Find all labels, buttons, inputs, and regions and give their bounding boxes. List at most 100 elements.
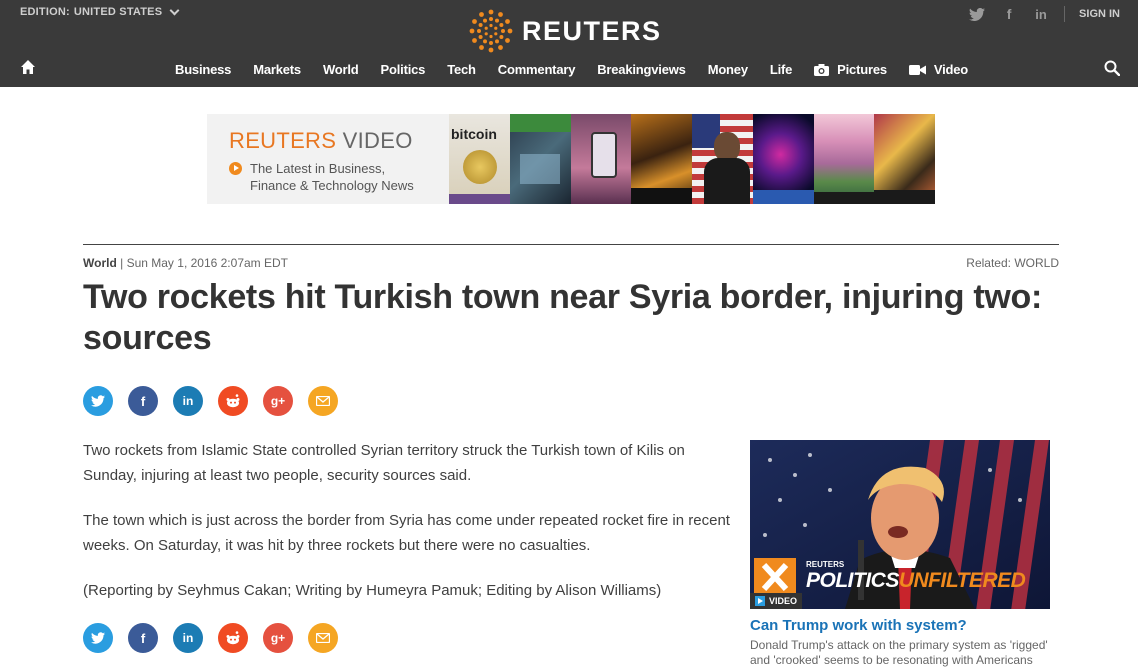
twitter-icon — [91, 632, 105, 644]
main-nav: Business Markets World Politics Tech Com… — [0, 56, 1138, 87]
tile-strip — [449, 194, 510, 204]
article-credits: (Reporting by Seyhmus Cakan; Writing by … — [83, 582, 662, 599]
reuters-logo-icon — [469, 9, 513, 53]
tile-strip — [631, 188, 692, 204]
nav-item-commentary[interactable]: Commentary — [498, 62, 576, 77]
thumbnail-trading-floor — [509, 114, 571, 204]
video-thumbnail[interactable]: REUTERS POLITICSUNFILTERED VIDEO — [750, 440, 1050, 609]
facebook-icon[interactable]: f — [1000, 6, 1018, 22]
banner-title-video: VIDEO — [342, 128, 413, 153]
twitter-icon — [91, 395, 105, 407]
banner-title-brand: REUTERS — [229, 128, 337, 153]
chevron-down-icon — [169, 5, 180, 15]
video-description: Donald Trump's attack on the primary sys… — [750, 638, 1048, 667]
video-tag: VIDEO — [750, 593, 803, 609]
share-bar-top: f in g+ — [83, 386, 338, 416]
share-reddit-button[interactable] — [218, 386, 248, 416]
nav-item-tech[interactable]: Tech — [447, 62, 476, 77]
nav-item-world[interactable]: World — [323, 62, 359, 77]
linkedin-icon: in — [182, 394, 194, 408]
nav-item-breakingviews[interactable]: Breakingviews — [597, 62, 686, 77]
share-google-plus-button[interactable]: g+ — [263, 386, 293, 416]
edition-value: UNITED STATES — [73, 6, 163, 18]
nav-item-business[interactable]: Business — [175, 62, 231, 77]
linkedin-icon: in — [182, 631, 194, 645]
thumbnail-bitcoin: bitcoin — [449, 114, 510, 204]
twitter-icon[interactable] — [968, 6, 986, 22]
divider — [1064, 6, 1066, 22]
article-paragraph: The town which is just across the border… — [83, 512, 730, 554]
facebook-icon: f — [140, 393, 146, 409]
share-email-button[interactable] — [308, 386, 338, 416]
banner-text-panel: REUTERS VIDEO The Latest in Business, Fi… — [207, 114, 449, 204]
tile-strip — [509, 114, 571, 132]
overlay-title-politics: POLITICS — [806, 569, 899, 592]
banner-subtitle: The Latest in Business, Finance & Techno… — [229, 160, 449, 194]
nav-item-markets[interactable]: Markets — [253, 62, 301, 77]
facebook-icon: f — [140, 630, 146, 646]
nav-item-politics[interactable]: Politics — [381, 62, 426, 77]
article-headline: Two rockets hit Turkish town near Syria … — [83, 278, 1043, 357]
thumbnail-obama — [692, 114, 753, 204]
search-icon[interactable] — [1104, 60, 1120, 76]
thumbnail-collage — [874, 114, 935, 204]
article-date: | Sun May 1, 2016 2:07am EDT — [120, 256, 288, 270]
play-icon — [755, 596, 765, 606]
share-twitter-button[interactable] — [83, 386, 113, 416]
nav-item-pictures[interactable]: Pictures — [814, 62, 887, 77]
tile-strip — [752, 190, 814, 204]
home-icon[interactable] — [20, 59, 36, 75]
video-tag-label: VIDEO — [769, 596, 798, 606]
logo-text: REUTERS — [522, 15, 662, 46]
share-twitter-button[interactable] — [83, 623, 113, 653]
email-icon — [316, 633, 330, 643]
reuters-logo[interactable]: REUTERS — [468, 8, 662, 54]
google-plus-icon: g+ — [270, 631, 286, 645]
bitcoin-label: bitcoin — [451, 126, 497, 142]
thumbnail-phone — [570, 114, 632, 204]
nav-item-label: Pictures — [837, 62, 887, 77]
share-facebook-button[interactable]: f — [128, 386, 158, 416]
overlay-title: POLITICSUNFILTERED — [806, 569, 1026, 593]
share-reddit-button[interactable] — [218, 623, 248, 653]
edition-selector[interactable]: EDITION: UNITED STATES — [20, 5, 180, 18]
section-link[interactable]: World — [83, 256, 117, 270]
article-meta: World | Sun May 1, 2016 2:07am EDT — [83, 256, 288, 270]
share-bar-bottom: f in g+ — [83, 623, 338, 653]
banner-subtitle-line: The Latest in Business, — [250, 161, 386, 176]
overlay-title-unfiltered: UNFILTERED — [898, 569, 1026, 592]
coin-image — [463, 150, 497, 184]
overlay-brand: REUTERS — [806, 560, 845, 569]
share-linkedin-button[interactable]: in — [173, 623, 203, 653]
play-icon — [229, 162, 242, 175]
related-link[interactable]: WORLD — [1014, 256, 1059, 270]
banner-subtitle-text: The Latest in Business, Finance & Techno… — [250, 160, 414, 194]
camera-icon — [814, 63, 830, 76]
phone-image — [590, 132, 617, 178]
banner-thumbnail-grid: bitcoin — [449, 114, 935, 204]
share-google-plus-button[interactable]: g+ — [263, 623, 293, 653]
video-title-link[interactable]: Can Trump work with system? — [750, 617, 1050, 634]
share-linkedin-button[interactable]: in — [173, 386, 203, 416]
politics-unfiltered-overlay: REUTERS POLITICSUNFILTERED — [750, 558, 1050, 596]
reddit-icon — [226, 394, 240, 408]
linkedin-icon[interactable]: in — [1032, 6, 1050, 22]
video-camera-icon — [908, 64, 926, 75]
edition-label: EDITION: — [20, 6, 70, 18]
sign-in-link[interactable]: SIGN IN — [1079, 8, 1120, 20]
reddit-icon — [226, 631, 240, 645]
site-header: EDITION: UNITED STATES REUTERS f in SIGN… — [0, 0, 1138, 87]
nav-item-life[interactable]: Life — [770, 62, 793, 77]
google-plus-icon: g+ — [270, 394, 286, 408]
reuters-video-banner[interactable]: REUTERS VIDEO The Latest in Business, Fi… — [207, 114, 935, 204]
share-facebook-button[interactable]: f — [128, 623, 158, 653]
share-email-button[interactable] — [308, 623, 338, 653]
email-icon — [316, 396, 330, 406]
nav-item-label: Video — [933, 62, 969, 77]
banner-title: REUTERS VIDEO — [229, 128, 449, 154]
nav-item-money[interactable]: Money — [708, 62, 748, 77]
divider — [83, 244, 1059, 245]
related-topics: Related: WORLD — [966, 256, 1059, 270]
sidebar-video-card[interactable]: REUTERS POLITICSUNFILTERED VIDEO Can Tru… — [750, 440, 1050, 668]
nav-item-video[interactable]: Video — [908, 62, 969, 77]
